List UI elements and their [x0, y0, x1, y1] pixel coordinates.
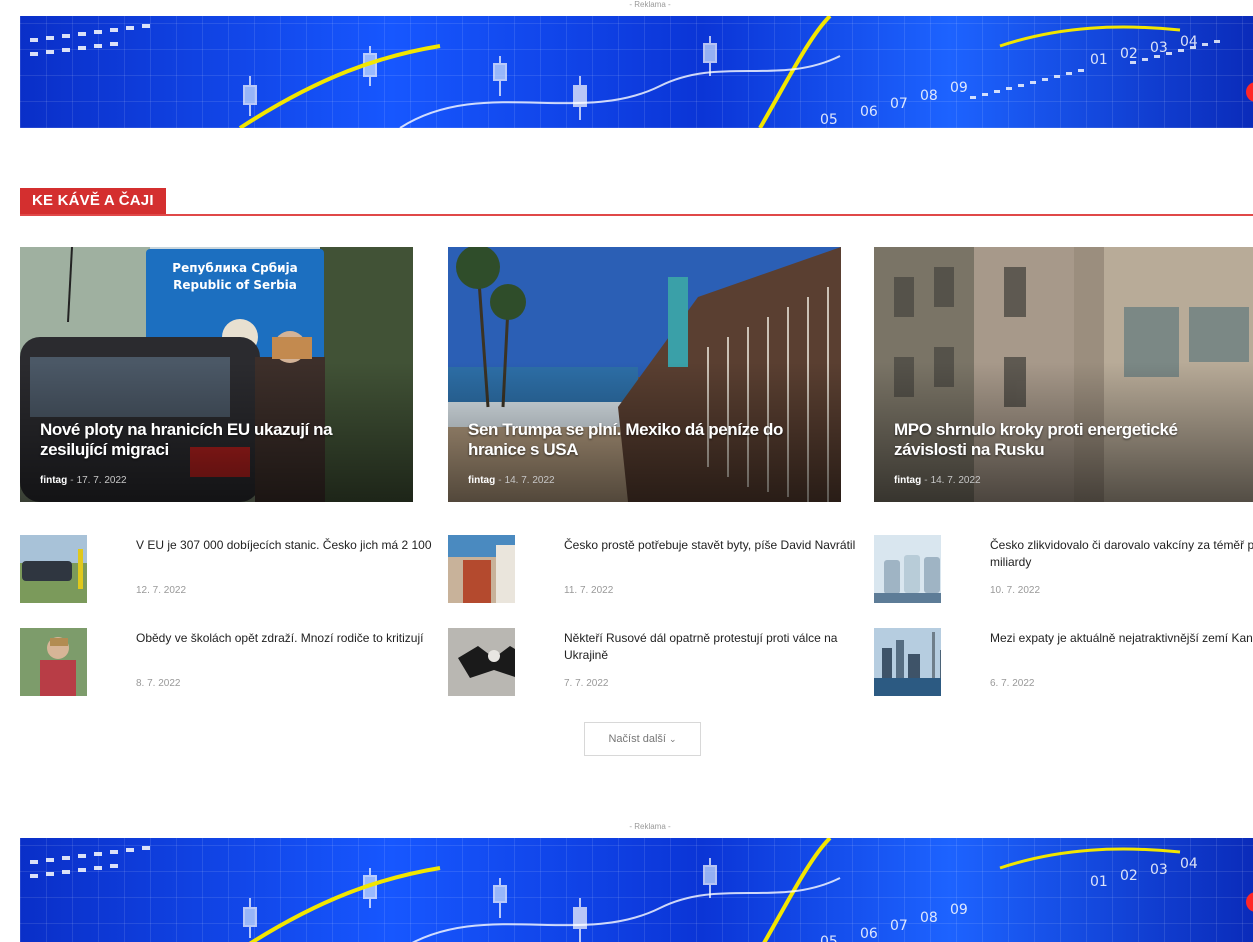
list-item[interactable]: V EU je 307 000 dobíjecích stanic. Česko…	[20, 535, 440, 605]
banner-num: 02	[1120, 46, 1138, 62]
item-thumbnail	[448, 535, 515, 603]
list-item[interactable]: Někteří Rusové dál opatrně protestují pr…	[448, 628, 868, 698]
item-date: 12. 7. 2022	[136, 585, 187, 596]
feature-card[interactable]: Sen Trumpa se plní. Mexiko dá peníze do …	[448, 247, 841, 502]
ad-banner-top[interactable]: 05 06 07 08 09 01 02 03 04	[20, 16, 1253, 128]
chevron-down-icon: ⌄	[668, 734, 677, 744]
banner-num: 07	[890, 96, 908, 112]
banner-num: 03	[1150, 40, 1168, 56]
feature-meta: fintag -14. 7. 2022	[468, 475, 555, 486]
item-title[interactable]: Mezi expaty je aktuálně nejatraktivnější…	[990, 630, 1253, 647]
item-title[interactable]: Někteří Rusové dál opatrně protestují pr…	[564, 630, 864, 664]
item-title[interactable]: V EU je 307 000 dobíjecích stanic. Česko…	[136, 537, 436, 554]
item-thumbnail	[20, 628, 87, 696]
feature-title[interactable]: Sen Trumpa se plní. Mexiko dá peníze do …	[468, 420, 823, 460]
item-title[interactable]: Česko zlikvidovalo či darovalo vakcíny z…	[990, 537, 1253, 571]
banner-num: 03	[1150, 862, 1168, 878]
feature-date: 14. 7. 2022	[930, 475, 981, 486]
section-title[interactable]: KE KÁVĚ A ČAJI	[20, 188, 166, 214]
banner-num: 09	[950, 902, 968, 918]
banner-num: 06	[860, 104, 878, 120]
banner-dot	[1246, 82, 1253, 102]
item-title[interactable]: Obědy ve školách opět zdraží. Mnozí rodi…	[136, 630, 436, 647]
feature-meta: fintag -17. 7. 2022	[40, 475, 127, 486]
ad-banner-bottom[interactable]: 05 06 07 08 09 01 02 03 04	[20, 838, 1253, 942]
banner-num: 06	[860, 926, 878, 942]
item-date: 6. 7. 2022	[990, 678, 1035, 689]
ad-label-top: - Reklama -	[629, 0, 671, 9]
banner-num: 01	[1090, 52, 1108, 68]
feature-author[interactable]: fintag	[894, 475, 921, 486]
sign-text: Република Србија	[172, 261, 297, 275]
list-item[interactable]: Česko prostě potřebuje stavět byty, píše…	[448, 535, 868, 605]
item-title[interactable]: Česko prostě potřebuje stavět byty, píše…	[564, 537, 864, 554]
banner-num: 05	[820, 934, 838, 942]
item-thumbnail	[874, 535, 941, 603]
feature-meta: fintag -14. 7. 2022	[894, 475, 981, 486]
section-header: KE KÁVĚ A ČAJI	[20, 188, 1253, 216]
list-item[interactable]: Obědy ve školách opět zdraží. Mnozí rodi…	[20, 628, 440, 698]
banner-num: 08	[920, 88, 938, 104]
item-date: 7. 7. 2022	[564, 678, 609, 689]
banner-graphic: 05 06 07 08 09 01 02 03 04	[30, 838, 1253, 942]
feature-date: 14. 7. 2022	[504, 475, 555, 486]
banner-num: 08	[920, 910, 938, 926]
item-date: 10. 7. 2022	[990, 585, 1041, 596]
load-more-label: Načíst další	[608, 733, 666, 745]
meta-separator: -	[498, 475, 502, 486]
feature-card[interactable]: MPO shrnulo kroky proti energetické závi…	[874, 247, 1253, 502]
list-item[interactable]: Česko zlikvidovalo či darovalo vakcíny z…	[874, 535, 1253, 605]
feature-author[interactable]: fintag	[468, 475, 495, 486]
item-thumbnail	[874, 628, 941, 696]
meta-separator: -	[70, 475, 74, 486]
item-thumbnail	[20, 535, 87, 603]
load-more-button[interactable]: Načíst další ⌄	[584, 722, 701, 756]
banner-graphic: 05 06 07 08 09 01 02 03 04	[30, 16, 1253, 128]
sign-text: Republic of Serbia	[173, 278, 297, 292]
feature-card[interactable]: Република Србија Republic of Serbia Nové…	[20, 247, 413, 502]
item-date: 8. 7. 2022	[136, 678, 181, 689]
banner-num: 02	[1120, 868, 1138, 884]
list-item[interactable]: Mezi expaty je aktuálně nejatraktivnější…	[874, 628, 1253, 698]
banner-num: 05	[820, 112, 838, 128]
banner-num: 09	[950, 80, 968, 96]
ad-label-bottom: - Reklama -	[629, 822, 671, 831]
banner-dot	[1246, 892, 1253, 912]
feature-author[interactable]: fintag	[40, 475, 67, 486]
item-date: 11. 7. 2022	[564, 585, 614, 596]
banner-num: 04	[1180, 856, 1198, 872]
banner-num: 07	[890, 918, 908, 934]
feature-title[interactable]: MPO shrnulo kroky proti energetické závi…	[894, 420, 1249, 460]
item-thumbnail	[448, 628, 515, 696]
banner-num: 01	[1090, 874, 1108, 890]
feature-date: 17. 7. 2022	[76, 475, 127, 486]
meta-separator: -	[924, 475, 928, 486]
feature-title[interactable]: Nové ploty na hranicích EU ukazují na ze…	[40, 420, 395, 460]
